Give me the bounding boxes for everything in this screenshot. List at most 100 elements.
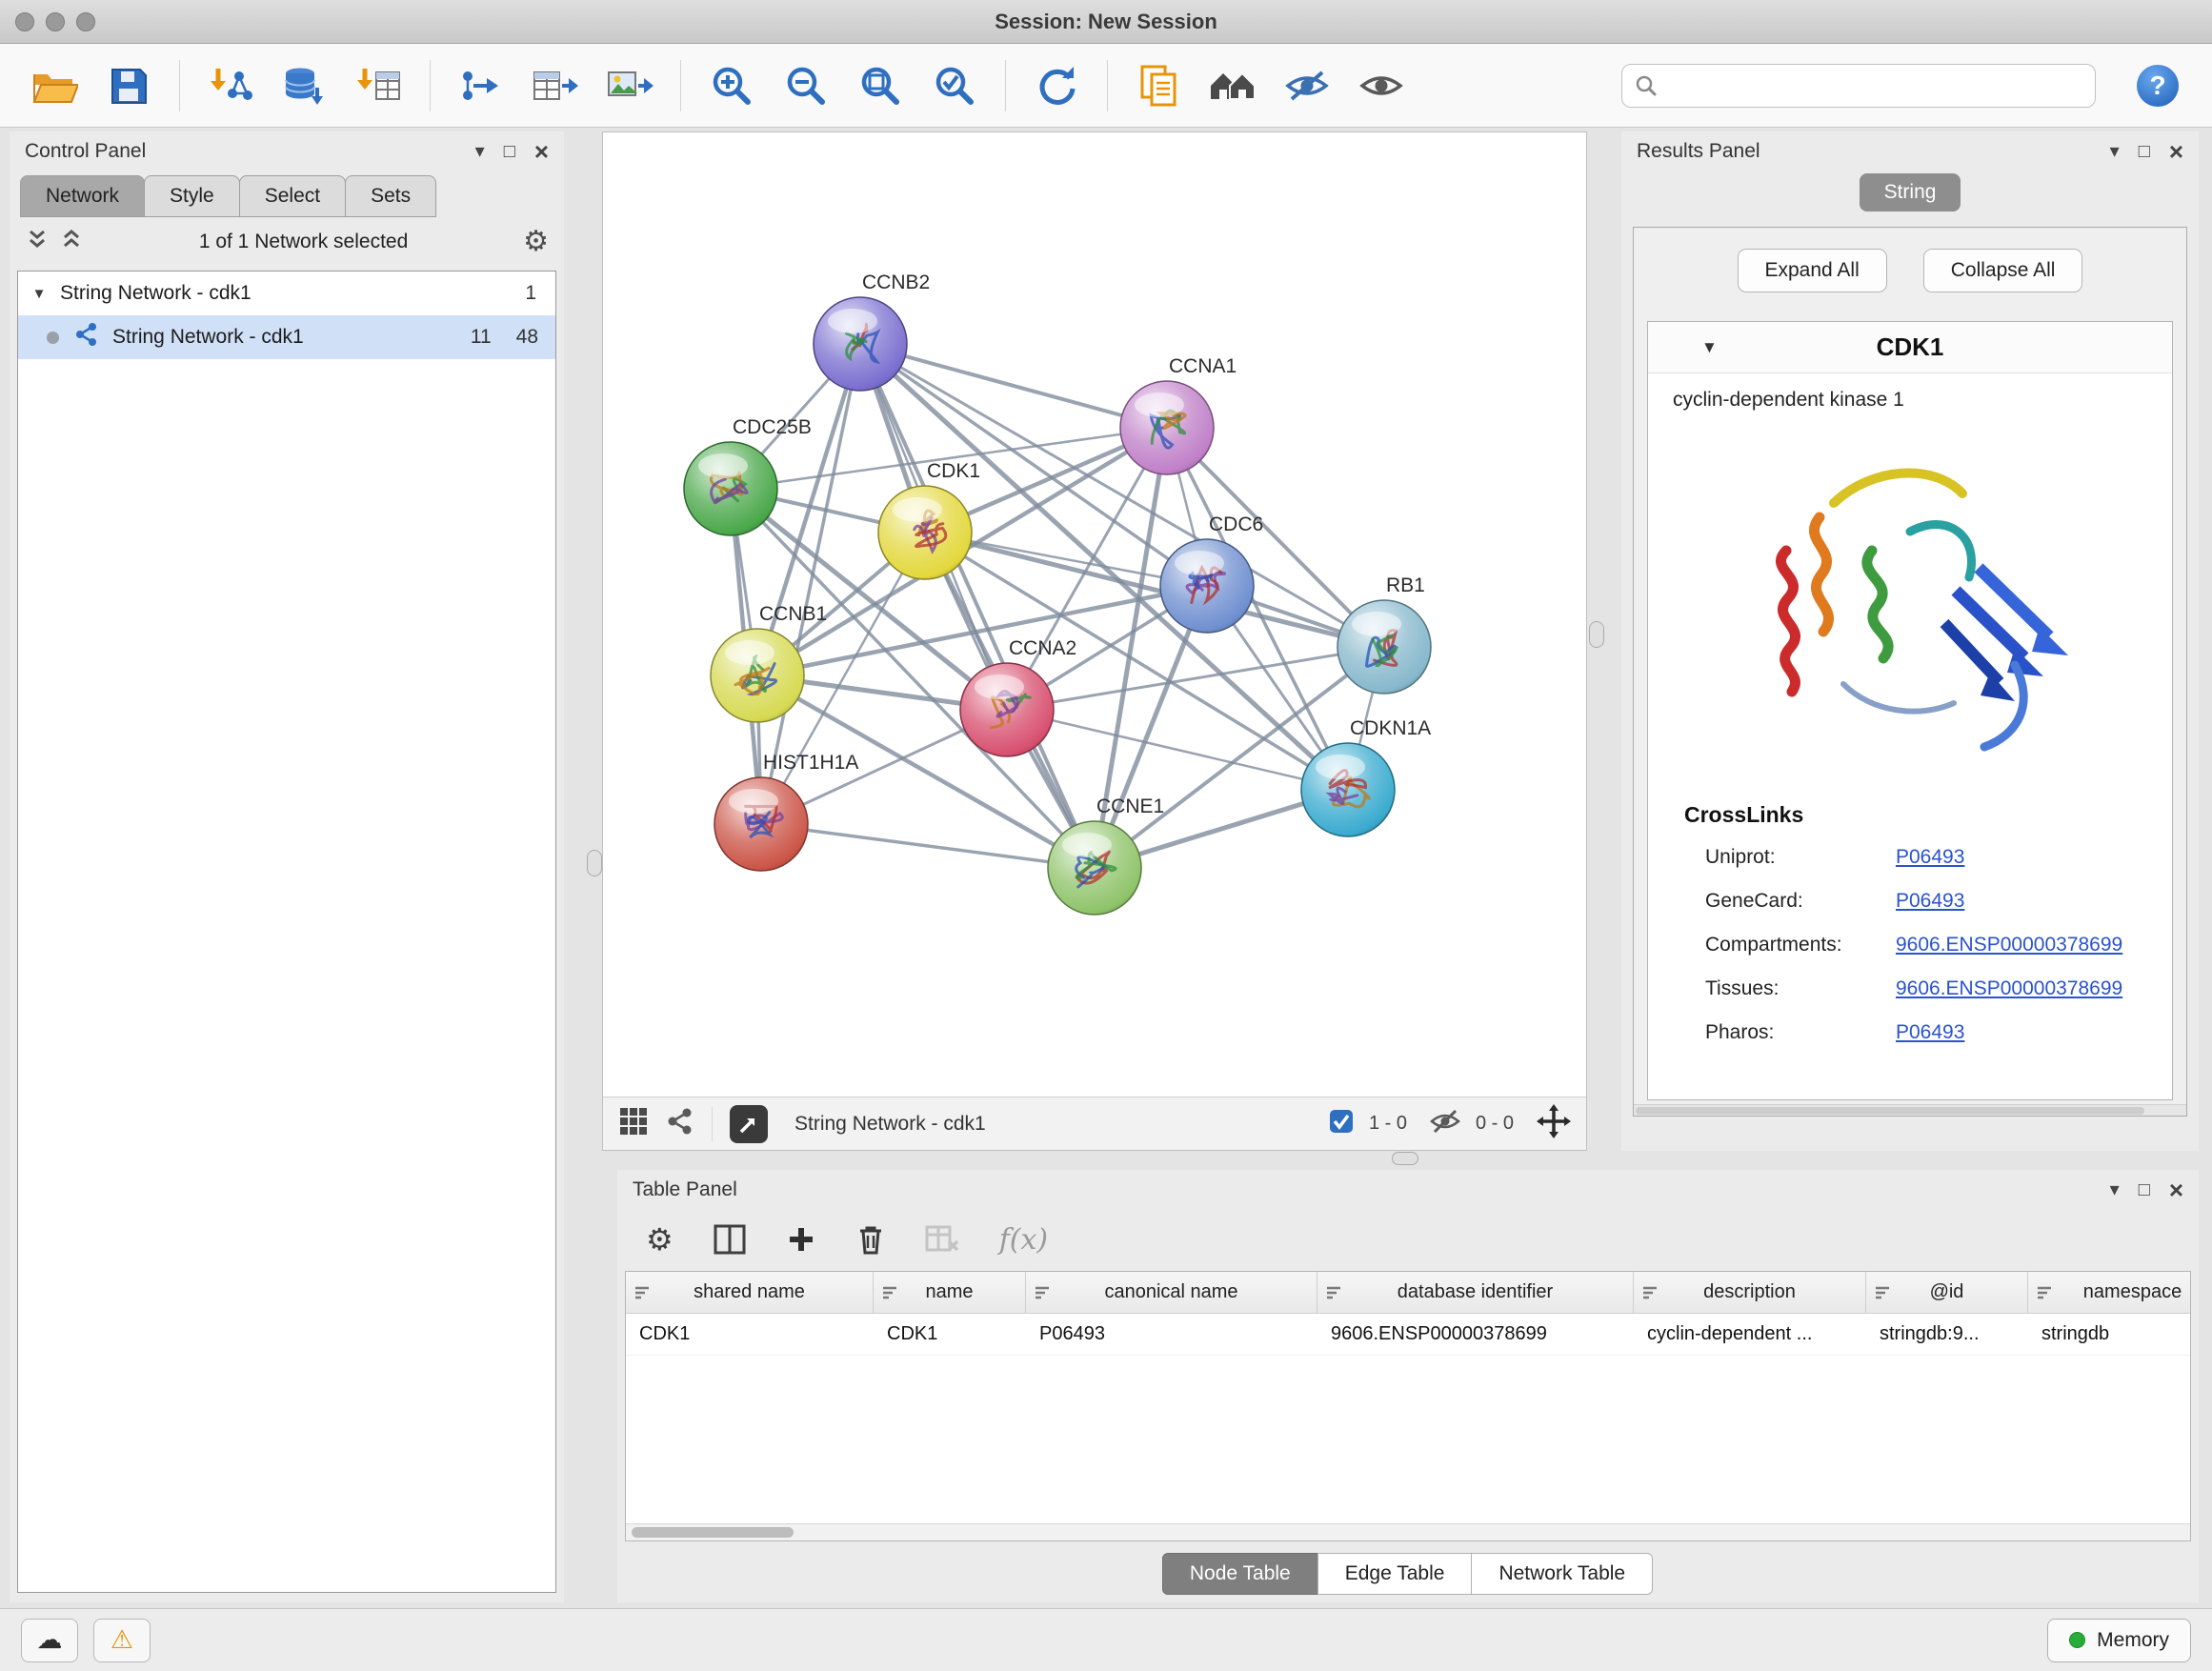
crosslink-link[interactable]: 9606.ENSP00000378699 [1896,977,2122,1000]
function-builder-button[interactable]: f(x) [999,1223,1048,1257]
table-cell[interactable]: CDK1 [874,1314,1026,1355]
panel-float-icon[interactable]: □ [2139,1180,2150,1199]
apply-layout-button[interactable] [1025,54,1088,117]
expand-all-button[interactable]: Expand All [1738,249,1887,292]
protein-structure-image [1729,417,2091,789]
scrollbar-thumb[interactable] [632,1527,794,1538]
section-collapse-icon[interactable]: ▼ [1701,338,1718,357]
panel-close-icon[interactable]: × [2169,1178,2183,1202]
warnings-button[interactable]: ⚠ [93,1619,151,1662]
table-settings-gear-icon[interactable]: ⚙ [646,1221,674,1258]
home-button[interactable] [1201,54,1264,117]
pan-crosshair-icon[interactable] [1537,1104,1571,1144]
help-question-glyph: ? [2149,70,2165,100]
graph-node-CCNA1[interactable]: CCNA1 [1120,355,1237,474]
delete-column-icon[interactable] [856,1223,885,1256]
table-cell[interactable]: stringdb:9... [1866,1314,2028,1355]
graph-node-HIST1H1A[interactable]: HIST1H1A [714,752,858,871]
table-cell[interactable]: P06493 [1026,1314,1317,1355]
birdseye-view-button[interactable] [730,1105,768,1143]
tab-node-table[interactable]: Node Table [1162,1553,1318,1595]
panel-float-icon[interactable]: □ [2139,142,2150,161]
current-network-name: String Network - cdk1 [794,1113,986,1136]
network-view-icon[interactable] [666,1107,694,1140]
crosslink-link[interactable]: 9606.ENSP00000378699 [1896,934,2122,956]
column-header[interactable]: description [1634,1272,1866,1313]
column-type-icon [1034,1284,1051,1307]
column-header[interactable]: name [874,1272,1026,1313]
table-cell[interactable]: stringdb [2028,1314,2191,1355]
table-cell[interactable]: cyclin-dependent ... [1634,1314,1866,1355]
selected-node-edge-counts: 1 - 0 [1369,1113,1407,1135]
import-table-button[interactable] [348,54,411,117]
panel-close-icon[interactable]: × [534,139,549,164]
selected-checkbox-icon[interactable] [1327,1107,1356,1141]
network-canvas[interactable]: CCNB2CCNA1CDC25BCDK1CDC6RB1CCNB1CCNA2CDK… [603,132,1586,1097]
export-image-button[interactable] [598,54,661,117]
table-cell[interactable]: CDK1 [626,1314,874,1355]
zoom-selected-button[interactable] [923,54,986,117]
tab-sets[interactable]: Sets [345,175,436,217]
column-header[interactable]: canonical name [1026,1272,1317,1313]
graph-node-RB1[interactable]: RB1 [1337,574,1431,694]
tab-edge-table[interactable]: Edge Table [1317,1553,1473,1595]
zoom-fit-button[interactable] [849,54,912,117]
crosslink-link[interactable]: P06493 [1896,890,1964,913]
graph-node-CCNA2[interactable]: CCNA2 [960,637,1076,756]
crosslink-link[interactable]: P06493 [1896,1021,1964,1044]
graph-node-CDK1[interactable]: CDK1 [878,460,980,579]
save-session-button[interactable] [97,54,160,117]
network-row[interactable]: String Network - cdk1 11 48 [18,315,555,359]
crosslink-link[interactable]: P06493 [1896,846,1964,869]
refresh-icon [1034,63,1079,109]
column-header[interactable]: database identifier [1317,1272,1634,1313]
show-columns-icon[interactable] [714,1224,746,1255]
collapse-all-tree-icon[interactable] [59,227,84,257]
search-input[interactable] [1621,64,2096,108]
graph-node-CDC25B[interactable]: CDC25B [684,416,812,535]
column-header[interactable]: shared name [626,1272,874,1313]
toolbar-separator [1005,60,1006,111]
cloud-button[interactable]: ☁ [21,1619,78,1662]
network-collection-row[interactable]: ▼ String Network - cdk1 1 [18,272,555,315]
table-horizontal-scrollbar[interactable] [626,1523,2190,1540]
horizontal-splitter[interactable] [1392,1152,1418,1165]
new-network-from-selection-button[interactable] [450,54,513,117]
zoom-out-button[interactable] [774,54,837,117]
open-session-button[interactable] [23,54,86,117]
string-results-body: Expand All Collapse All ▼ CDK1 cyclin-de… [1633,227,2187,1117]
expand-all-tree-icon[interactable] [25,227,50,257]
tree-expand-icon[interactable]: ▼ [18,286,60,302]
tab-network[interactable]: Network [20,175,145,217]
tab-network-table[interactable]: Network Table [1471,1553,1653,1595]
grid-view-icon[interactable] [618,1106,649,1141]
table-cell[interactable]: 9606.ENSP00000378699 [1317,1314,1634,1355]
tab-style[interactable]: Style [144,175,240,217]
panel-menu-icon[interactable]: ▾ [2110,1180,2120,1199]
add-column-icon[interactable] [786,1224,816,1255]
panel-menu-icon[interactable]: ▾ [2110,142,2120,161]
panel-float-icon[interactable]: □ [504,142,515,161]
hide-selected-button[interactable] [1276,54,1338,117]
results-scrollbar[interactable] [1634,1104,2186,1116]
panel-menu-icon[interactable]: ▾ [475,142,485,161]
import-network-from-database-button[interactable] [273,54,336,117]
vertical-splitter-left[interactable] [587,850,602,876]
help-button[interactable]: ? [2126,54,2189,117]
collapse-all-button[interactable]: Collapse All [1923,249,2083,292]
panel-close-icon[interactable]: × [2169,139,2183,164]
export-table-button[interactable] [524,54,587,117]
gear-icon[interactable]: ⚙ [523,228,549,256]
table-row[interactable]: CDK1 CDK1 P06493 9606.ENSP00000378699 cy… [626,1314,2190,1356]
show-all-button[interactable] [1350,54,1413,117]
column-header[interactable]: namespace [2028,1272,2191,1313]
tab-string[interactable]: String [1860,173,1961,211]
string-document-button[interactable] [1127,54,1190,117]
zoom-in-button[interactable] [700,54,763,117]
memory-button[interactable]: Memory [2047,1619,2191,1662]
import-network-from-file-button[interactable] [199,54,262,117]
column-header[interactable]: @id [1866,1272,2028,1313]
tab-select[interactable]: Select [239,175,346,217]
vertical-splitter-right[interactable] [1589,621,1604,648]
hidden-eye-slash-icon[interactable] [1428,1107,1462,1141]
